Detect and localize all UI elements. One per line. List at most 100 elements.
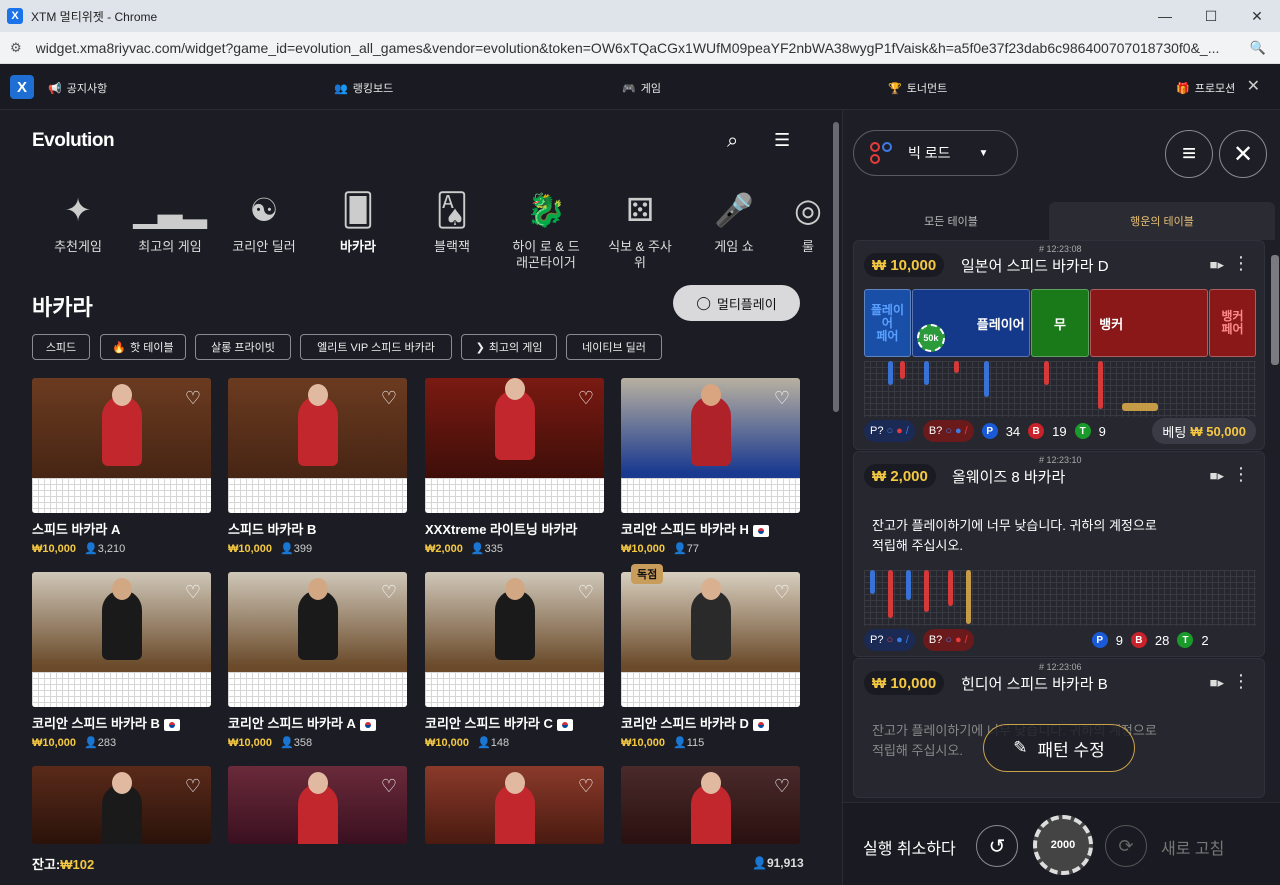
player-ask-pill[interactable]: P? ○ ● / xyxy=(864,629,915,651)
game-thumbnail[interactable]: ♡ xyxy=(228,766,407,844)
game-thumbnail[interactable]: ♡ xyxy=(228,572,407,707)
game-card[interactable]: ♡ xyxy=(32,766,211,844)
search-icon[interactable]: ⌕ xyxy=(727,130,738,153)
address-bar[interactable]: ⚙ widget.xma8riyvac.com/widget?game_id=e… xyxy=(0,32,1280,64)
game-thumbnail[interactable]: ♡ xyxy=(425,766,604,844)
category-recommended[interactable]: ✦ 추천게임 xyxy=(30,185,126,255)
more-options-icon[interactable]: ⋮ xyxy=(1232,253,1250,274)
game-card[interactable]: ♡ XXXtreme 라이트닝 바카라 ₩2,000 👤335 xyxy=(425,378,604,555)
multiplay-button[interactable]: ◯ 멀티플레이 xyxy=(673,285,800,321)
favorite-heart-icon[interactable]: ♡ xyxy=(578,582,594,603)
category-korean-dealer[interactable]: ☯ 코리안 딜러 xyxy=(216,185,312,255)
road-selector[interactable]: 빅 로드 ▼ xyxy=(853,130,1018,176)
chip-elite-vip[interactable]: 엘리트 VIP 스피드 바카라 xyxy=(300,334,452,360)
xtm-logo[interactable]: X xyxy=(10,75,34,99)
game-thumbnail[interactable]: ♡ xyxy=(425,378,604,513)
chip-speed[interactable]: 스피드 xyxy=(32,334,90,360)
game-card[interactable]: ♡ 코리안 스피드 바카라 H ₩10,000 👤77 xyxy=(621,378,800,555)
close-icon[interactable]: ✕ xyxy=(1247,76,1260,96)
table-card[interactable]: # 12:23:10 ₩ 2,000 올웨이즈 8 바카라 ■▸ ⋮ 잔고가 플… xyxy=(853,451,1265,657)
tab-lucky-tables[interactable]: 행운의 테이블 xyxy=(1049,202,1275,240)
banker-pair-bet[interactable]: 뱅커 페어 xyxy=(1209,289,1256,357)
game-thumbnail[interactable]: ♡ xyxy=(621,766,800,844)
category-dragon-tiger[interactable]: 🐉 하이 로 & 드 래곤타이거 xyxy=(498,185,594,271)
pattern-edit-button[interactable]: ✎ 패턴 수정 xyxy=(983,724,1135,772)
table-card[interactable]: # 12:23:08 ₩ 10,000 일본어 스피드 바카라 D ■▸ ⋮ 플… xyxy=(853,240,1265,450)
chip-selector[interactable]: 2000 xyxy=(1033,815,1093,875)
game-card[interactable]: ♡ 코리안 스피드 바카라 A ₩10,000 👤358 xyxy=(228,572,407,749)
game-card[interactable]: 독점 ♡ 코리안 스피드 바카라 D ₩10,000 👤115 xyxy=(621,564,800,749)
tab-all-tables[interactable]: 모든 테이블 xyxy=(853,202,1049,240)
more-options-icon[interactable]: ⋮ xyxy=(1232,671,1250,692)
banker-ask-pill[interactable]: B? ○ ● / xyxy=(922,420,974,442)
nav-games[interactable]: 🎮 게임 xyxy=(622,80,661,96)
game-card[interactable]: ♡ 코리안 스피드 바카라 C ₩10,000 👤148 xyxy=(425,572,604,749)
player-pair-bet[interactable]: 플레이 어 페어 xyxy=(864,289,911,357)
banker-bet[interactable]: 뱅커 xyxy=(1090,289,1209,357)
banker-ask-pill[interactable]: B? ○ ● / xyxy=(922,629,974,651)
nav-ranking[interactable]: 👥 랭킹보드 xyxy=(334,80,393,96)
favorite-heart-icon[interactable]: ♡ xyxy=(774,582,790,603)
favorite-heart-icon[interactable]: ♡ xyxy=(185,776,201,797)
category-top-games[interactable]: ▁▃▂ 최고의 게임 xyxy=(122,185,218,255)
game-thumbnail[interactable]: ♡ xyxy=(228,378,407,513)
game-card[interactable]: ♡ 코리안 스피드 바카라 B ₩10,000 👤283 xyxy=(32,572,211,749)
lobby-scrollbar[interactable] xyxy=(832,112,840,885)
player-bet[interactable]: 플레이어 50k xyxy=(911,289,1030,357)
minimize-button[interactable]: — xyxy=(1142,0,1188,32)
chip-native-dealer[interactable]: 네이티브 딜러 xyxy=(566,334,662,360)
nav-notice[interactable]: 📢 공지사항 xyxy=(48,80,107,96)
user-icon: 👤 xyxy=(84,543,98,555)
favorite-heart-icon[interactable]: ♡ xyxy=(578,388,594,409)
player-ask-pill[interactable]: P? ○ ● / xyxy=(864,420,915,442)
category-baccarat[interactable]: 🂠 바카라 xyxy=(310,185,406,255)
url-text[interactable]: widget.xma8riyvac.com/widget?game_id=evo… xyxy=(36,40,1236,56)
tie-bet[interactable]: 무 xyxy=(1030,289,1090,357)
game-thumbnail[interactable]: ♡ xyxy=(32,572,211,707)
undo-icon[interactable]: ↺ xyxy=(976,825,1018,867)
game-card[interactable]: ♡ 스피드 바카라 B ₩10,000 👤399 xyxy=(228,378,407,555)
nav-promotion[interactable]: 🎁 프로모션 xyxy=(1176,80,1235,96)
nav-tournament[interactable]: 🏆 토너먼트 xyxy=(888,80,947,96)
favorite-heart-icon[interactable]: ♡ xyxy=(381,582,397,603)
game-card[interactable]: ♡ 스피드 바카라 A ₩10,000 👤3,210 xyxy=(32,378,211,555)
zoom-icon[interactable]: 🔍 xyxy=(1250,40,1266,56)
maximize-button[interactable]: ☐ xyxy=(1188,0,1234,32)
chip-hot[interactable]: 🔥 핫 테이블 xyxy=(100,334,186,360)
video-camera-icon[interactable]: ■▸ xyxy=(1210,675,1224,691)
evolution-icon: ❯ xyxy=(475,341,485,354)
game-card[interactable]: ♡ xyxy=(228,766,407,844)
betting-amount[interactable]: 베팅 ₩ 50,000 xyxy=(1152,418,1256,444)
user-icon: 👤 xyxy=(280,737,294,749)
hamburger-menu-icon[interactable]: ≡ xyxy=(1165,130,1213,178)
game-card[interactable]: ♡ xyxy=(425,766,604,844)
category-blackjack[interactable]: 🂡 블랙잭 xyxy=(404,185,500,255)
chip-salon[interactable]: 살롱 프라이빗 xyxy=(195,334,291,360)
close-panel-icon[interactable]: ✕ xyxy=(1219,130,1267,178)
favorite-heart-icon[interactable]: ♡ xyxy=(185,582,201,603)
video-camera-icon[interactable]: ■▸ xyxy=(1210,257,1224,273)
category-game-show[interactable]: 🎤 게임 쇼 xyxy=(686,185,782,255)
favorite-heart-icon[interactable]: ♡ xyxy=(774,776,790,797)
favorite-heart-icon[interactable]: ♡ xyxy=(381,776,397,797)
refresh-icon[interactable]: ⟳ xyxy=(1105,825,1147,867)
favorite-heart-icon[interactable]: ♡ xyxy=(381,388,397,409)
category-sicbo[interactable]: ⚄ 식보 & 주사 위 xyxy=(592,185,688,271)
game-thumbnail[interactable]: ♡ xyxy=(425,572,604,707)
favorite-heart-icon[interactable]: ♡ xyxy=(774,388,790,409)
close-window-button[interactable]: ✕ xyxy=(1234,0,1280,32)
game-thumbnail[interactable]: ♡ xyxy=(32,378,211,513)
favorite-heart-icon[interactable]: ♡ xyxy=(185,388,201,409)
favorite-heart-icon[interactable]: ♡ xyxy=(578,776,594,797)
video-camera-icon[interactable]: ■▸ xyxy=(1210,468,1224,484)
site-settings-icon[interactable]: ⚙ xyxy=(10,40,22,56)
chip-top-games[interactable]: ❯ 최고의 게임 xyxy=(461,334,557,360)
game-thumbnail[interactable]: ♡ xyxy=(32,766,211,844)
game-card[interactable]: ♡ xyxy=(621,766,800,844)
category-roulette[interactable]: ◎ 룰 xyxy=(780,185,836,255)
more-options-icon[interactable]: ⋮ xyxy=(1232,464,1250,485)
game-thumbnail[interactable]: ♡ xyxy=(621,572,800,707)
filter-menu-icon[interactable]: ☰ xyxy=(774,130,790,151)
table-list-scrollbar[interactable] xyxy=(1271,255,1279,365)
game-thumbnail[interactable]: ♡ xyxy=(621,378,800,513)
